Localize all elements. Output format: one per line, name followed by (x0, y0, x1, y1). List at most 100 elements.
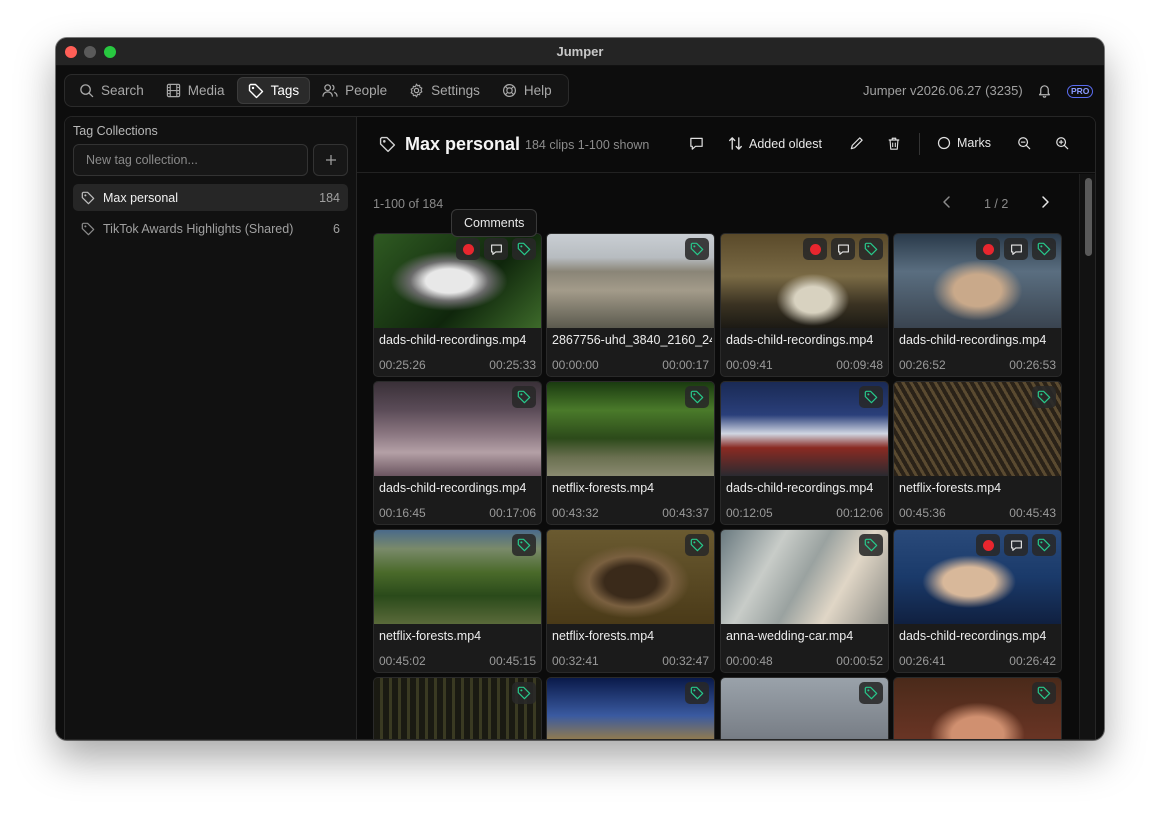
scrollbar[interactable] (1079, 174, 1095, 739)
clip-card[interactable]: dads-child-recordings.mp4 00:26:41 00:26:4… (893, 529, 1062, 673)
clip-card[interactable] (893, 677, 1062, 739)
tag-icon (1037, 242, 1051, 256)
tag-badge[interactable] (512, 682, 536, 704)
clip-start-time: 00:26:41 (899, 654, 946, 668)
tag-badge[interactable] (859, 682, 883, 704)
clip-card[interactable]: netflix-forests.mp4 00:45:36 00:45:43 (893, 381, 1062, 525)
sort-button[interactable]: Added oldest (728, 136, 822, 151)
gear-icon (410, 83, 423, 98)
clip-badges (972, 534, 1056, 556)
tag-badge[interactable] (685, 386, 709, 408)
tag-badge[interactable] (512, 534, 536, 556)
clip-card[interactable]: dads-child-recordings.mp4 00:09:41 00:09:4… (720, 233, 889, 377)
collection-count: 184 (319, 190, 340, 205)
comment-icon (1010, 539, 1022, 551)
clip-card[interactable]: 2867756-uhd_3840_2160_24fps.mp4 00:00:00 0… (546, 233, 715, 377)
nav-help[interactable]: Help (492, 77, 562, 104)
close-window-button[interactable] (65, 46, 77, 58)
clip-card[interactable]: netflix-forests.mp4 00:45:02 00:45:15 (373, 529, 542, 673)
title-bar: Jumper (56, 38, 1104, 66)
comments-button[interactable] (689, 136, 704, 151)
bell-icon[interactable] (1037, 83, 1052, 98)
clip-card[interactable]: dads-child-recordings.mp4 00:25:26 00:25:3… (373, 233, 542, 377)
minimize-window-button[interactable] (84, 46, 96, 58)
zoom-in-button[interactable] (1055, 136, 1069, 150)
record-mark-badge[interactable] (803, 238, 827, 260)
clip-filename: dads-child-recordings.mp4 (379, 333, 527, 347)
tag-badge[interactable] (1032, 386, 1056, 408)
clip-card[interactable]: netflix-forests.mp4 00:32:41 00:32:47 (546, 529, 715, 673)
tag-badge[interactable] (1032, 534, 1056, 556)
tag-badge[interactable] (512, 238, 536, 260)
nav-people[interactable]: People (312, 77, 397, 104)
record-dot-icon (462, 243, 474, 255)
edit-collection-button[interactable] (849, 136, 864, 151)
tag-badge[interactable] (859, 238, 883, 260)
clip-card[interactable] (720, 677, 889, 739)
scrollbar-thumb[interactable] (1085, 178, 1092, 256)
tag-badge[interactable] (1032, 238, 1056, 260)
comment-badge[interactable] (831, 238, 855, 260)
tag-badge[interactable] (685, 682, 709, 704)
clip-card[interactable]: dads-child-recordings.mp4 00:26:52 00:26:5… (893, 233, 1062, 377)
main-nav: Search Media Tags People Settings Help (64, 74, 569, 107)
clip-card[interactable]: netflix-forests.mp4 00:43:32 00:43:37 (546, 381, 715, 525)
zoom-window-button[interactable] (104, 46, 116, 58)
tag-badge[interactable] (685, 534, 709, 556)
tag-icon (517, 538, 531, 552)
record-mark-badge[interactable] (976, 238, 1000, 260)
next-page-button[interactable] (1039, 195, 1051, 212)
clip-badges (1028, 682, 1056, 704)
clip-badges (508, 534, 536, 556)
clip-card[interactable] (546, 677, 715, 739)
add-collection-button[interactable] (313, 144, 348, 176)
collection-item-max-personal[interactable]: Max personal 184 (73, 184, 348, 211)
record-mark-badge[interactable] (976, 534, 1000, 556)
prev-page-button[interactable] (941, 195, 953, 212)
marks-label: Marks (957, 136, 992, 150)
clip-card[interactable]: dads-child-recordings.mp4 00:12:05 00:12:0… (720, 381, 889, 525)
app-window: Jumper Search Media Tags People Settings… (56, 38, 1104, 740)
comment-icon (837, 243, 849, 255)
nav-search[interactable]: Search (69, 77, 154, 104)
delete-collection-button[interactable] (887, 136, 901, 151)
collection-subtitle: 184 clips 1-100 shown (525, 138, 650, 152)
content-area: Tag Collections Max personal 184 TikTok … (64, 116, 1096, 740)
people-icon (322, 84, 338, 97)
nav-media[interactable]: Media (156, 77, 235, 104)
comment-badge[interactable] (1004, 238, 1028, 260)
results-range: 1-100 of 184 (373, 197, 444, 211)
tag-icon (864, 538, 878, 552)
comment-badge[interactable] (484, 238, 508, 260)
tag-badge[interactable] (1032, 682, 1056, 704)
nav-media-label: Media (187, 83, 225, 98)
nav-tags[interactable]: Tags (236, 77, 311, 104)
tag-badge[interactable] (685, 238, 709, 260)
chevron-left-icon (943, 196, 950, 208)
clip-card[interactable]: dads-child-recordings.mp4 00:16:45 00:17:0… (373, 381, 542, 525)
nav-settings[interactable]: Settings (399, 77, 490, 104)
tag-badge[interactable] (859, 534, 883, 556)
tag-icon (81, 222, 95, 235)
nav-help-label: Help (523, 83, 552, 98)
new-tag-collection-input[interactable] (73, 144, 308, 176)
collection-item-tiktok-awards[interactable]: TikTok Awards Highlights (Shared) 6 (73, 215, 348, 242)
clip-card[interactable] (373, 677, 542, 739)
record-mark-badge[interactable] (456, 238, 480, 260)
clip-start-time: 00:26:52 (899, 358, 946, 372)
zoom-out-button[interactable] (1017, 136, 1031, 150)
comment-badge[interactable] (1004, 534, 1028, 556)
marks-toggle[interactable]: Marks (937, 136, 991, 150)
clip-card[interactable]: anna-wedding-car.mp4 00:00:48 00:00:52 (720, 529, 889, 673)
tag-badge[interactable] (512, 386, 536, 408)
clip-filename: dads-child-recordings.mp4 (899, 629, 1047, 643)
tag-icon (690, 538, 704, 552)
collection-header: Max personal 184 clips 1-100 shown Added… (357, 117, 1095, 173)
clip-badges (855, 682, 883, 704)
tag-icon (248, 83, 263, 98)
clip-badges (855, 386, 883, 408)
clip-badges (1028, 386, 1056, 408)
tag-badge[interactable] (859, 386, 883, 408)
clip-start-time: 00:25:26 (379, 358, 426, 372)
window-title: Jumper (556, 44, 604, 59)
